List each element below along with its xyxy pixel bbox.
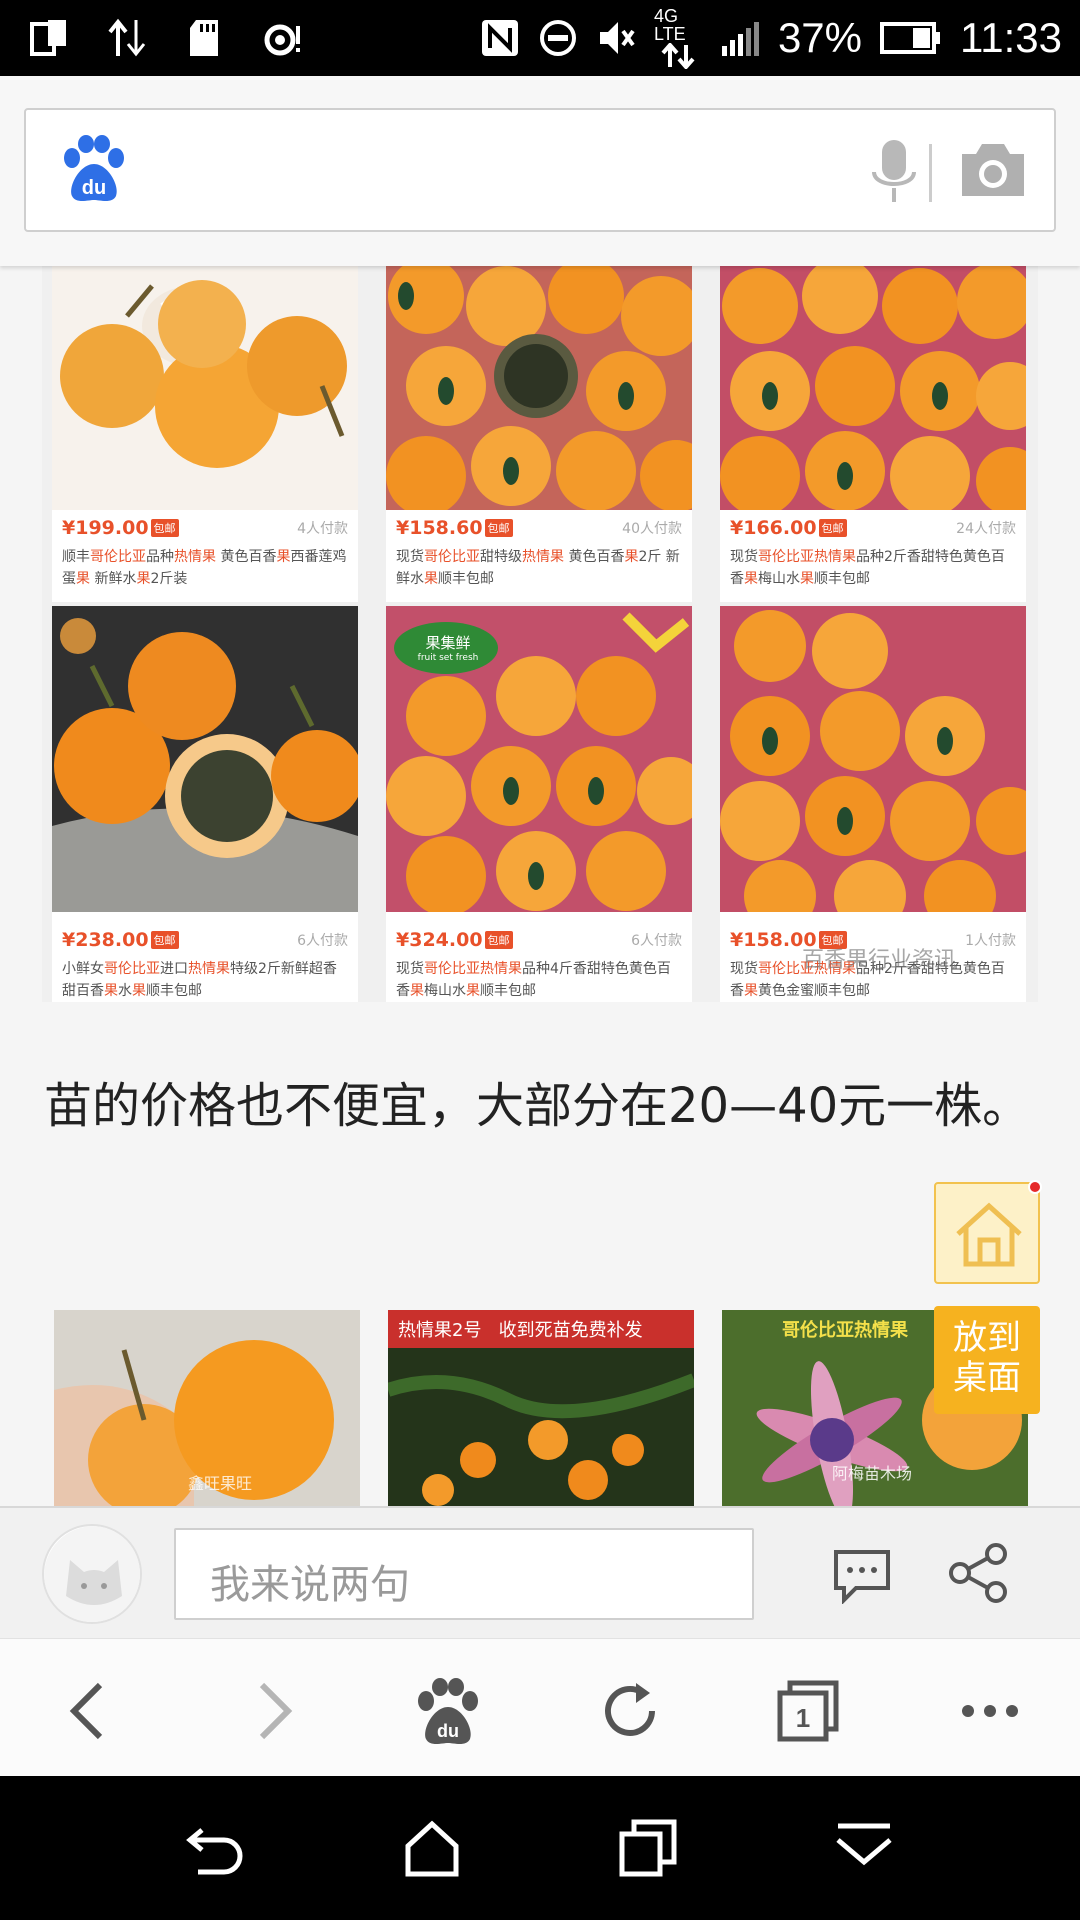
camera-icon[interactable] (958, 138, 1028, 200)
signal-icon (721, 22, 759, 56)
product-tag: 果集鲜 fruit set fresh (417, 634, 479, 663)
strip-image: 鑫旺果旺 (54, 1310, 360, 1506)
svg-text:du: du (82, 177, 106, 199)
comment-icon[interactable] (832, 1548, 892, 1604)
back-icon[interactable] (54, 1675, 126, 1747)
tabs-count: 1 (796, 1703, 810, 1733)
sd-card-icon (190, 20, 218, 56)
strip-caption: 阿梅苗木场 (832, 1464, 913, 1483)
strip-banner: 哥伦比亚热情果 (782, 1320, 908, 1341)
product-strip-image: 鑫旺果旺 热情果2号 收到死苗免费补发 哥伦比亚热情果 阿梅苗木场 (44, 1310, 1034, 1506)
strip-caption: 鑫旺果旺 (188, 1474, 253, 1493)
product-image (52, 266, 358, 510)
comment-input[interactable]: 我来说两句 (174, 1528, 754, 1620)
product-image: 果集鲜 fruit set fresh (386, 606, 692, 912)
mute-icon (599, 22, 635, 54)
network-type-label: 4G LTE (653, 6, 686, 44)
product-image (720, 266, 1026, 510)
free-shipping-badge: 包邮 (150, 931, 179, 949)
home-icon (956, 1202, 1022, 1267)
add-to-desktop-label: 放到 (953, 1318, 1021, 1358)
search-divider (929, 144, 932, 202)
product-description: 小鲜女哥伦比亚进口热情果特级2斤新鲜超香甜百香果水果顺丰包邮 (62, 961, 337, 999)
product-description: 顺丰哥伦比亚品种热情果 黄色百香果西番莲鸡蛋果 新鲜水果2斤装 (62, 549, 347, 587)
product-image (52, 606, 358, 912)
strip-banner: 热情果2号 收到死苗免费补发 (398, 1320, 643, 1341)
svg-text:du: du (437, 1721, 459, 1741)
add-to-desktop-label: 桌面 (953, 1358, 1021, 1398)
free-shipping-badge: 包邮 (150, 519, 179, 537)
microphone-icon[interactable] (864, 136, 924, 206)
product-image (386, 266, 692, 510)
data-transfer-icon (108, 18, 146, 57)
product-price: ¥158.60 (396, 517, 483, 539)
refresh-icon[interactable] (594, 1675, 666, 1747)
floating-home-button[interactable] (934, 1180, 1042, 1284)
strip-image: 热情果2号 收到死苗免费补发 (388, 1310, 694, 1506)
product-card[interactable]: ¥166.00 包邮 24人付款 现货哥伦比亚热情果品种2斤香甜特色黄色百香果梅山水… (720, 266, 1026, 602)
battery-icon (880, 22, 940, 54)
system-home-icon[interactable] (400, 1816, 464, 1880)
system-recents-icon[interactable] (616, 1816, 680, 1880)
share-icon[interactable] (948, 1542, 1010, 1604)
product-card[interactable]: ¥158.60 包邮 40人付款 现货哥伦比亚甜特级热情果 黄色百香果2斤 新鲜水果… (386, 266, 692, 602)
free-shipping-badge: 包邮 (484, 519, 513, 537)
status-bar: 4G LTE 37% 11:33 (0, 0, 1080, 76)
product-description: 现货哥伦比亚热情果品种2斤香甜特色黄色百香果梅山水果顺丰包邮 (730, 549, 1005, 587)
battery-percent: 37% (777, 14, 862, 61)
product-card[interactable]: 果集鲜 fruit set fresh ¥324.00 包邮 6人付款 现货哥伦比亚… (386, 606, 692, 1002)
search-box[interactable]: du (24, 108, 1056, 232)
system-back-icon[interactable] (184, 1816, 248, 1880)
system-nav-bar (0, 1776, 1080, 1920)
product-price: ¥199.00 (62, 517, 149, 539)
product-card[interactable]: ¥199.00 包邮 4人付款 顺丰哥伦比亚品种热情果 黄色百香果西番莲鸡蛋果 新鲜… (52, 266, 358, 602)
baidu-logo-icon: du (64, 135, 124, 201)
product-price: ¥324.00 (396, 929, 483, 951)
sales-count: 24人付款 (956, 521, 1016, 537)
sales-count: 40人付款 (622, 521, 682, 537)
browser-toolbar: du 1 (0, 1638, 1080, 1776)
clock: 11:33 (960, 14, 1062, 61)
sales-count: 4人付款 (297, 521, 348, 537)
add-to-desktop-button[interactable]: 放到 桌面 (934, 1306, 1040, 1414)
forward-icon[interactable] (236, 1675, 308, 1747)
do-not-disturb-icon (539, 20, 576, 56)
more-icon[interactable] (954, 1675, 1026, 1747)
product-image (720, 606, 1026, 912)
product-price: ¥166.00 (730, 517, 817, 539)
article-content: ¥199.00 包邮 4人付款 顺丰哥伦比亚品种热情果 黄色百香果西番莲鸡蛋果 新鲜… (0, 266, 1080, 1506)
product-description: 现货哥伦比亚甜特级热情果 黄色百香果2斤 新鲜水果顺丰包邮 (396, 549, 680, 587)
product-grid-image: ¥199.00 包邮 4人付款 顺丰哥伦比亚品种热情果 黄色百香果西番莲鸡蛋果 新鲜… (42, 266, 1038, 1002)
image-watermark: 百香果行业资讯 (802, 948, 957, 973)
sales-count: 1人付款 (965, 933, 1016, 949)
data-arrows-icon (661, 43, 695, 69)
notification-dot (1028, 1180, 1042, 1194)
sales-count: 6人付款 (297, 933, 348, 949)
tabs-icon[interactable]: 1 (772, 1675, 844, 1747)
article-paragraph: 苗的价格也不便宜，大部分在20—40元一株。 (44, 1078, 1031, 1134)
nfc-icon (481, 20, 518, 56)
search-input[interactable] (146, 140, 746, 200)
avatar[interactable] (42, 1524, 142, 1624)
baidu-home-icon[interactable]: du (412, 1675, 484, 1747)
comment-bar: 我来说两句 (0, 1506, 1080, 1638)
product-card[interactable]: ¥238.00 包邮 6人付款 小鲜女哥伦比亚进口热情果特级2斤新鲜超香甜百香果水果… (52, 606, 358, 1002)
free-shipping-badge: 包邮 (484, 931, 513, 949)
sales-count: 6人付款 (631, 933, 682, 949)
free-shipping-badge: 包邮 (818, 519, 847, 537)
product-description: 现货哥伦比亚热情果品种4斤香甜特色黄色百香果梅山水果顺丰包邮 (396, 961, 671, 999)
search-header: du (0, 76, 1080, 266)
sync-alert-icon (264, 24, 300, 56)
product-price: ¥238.00 (62, 929, 149, 951)
screen-mirror-icon (30, 20, 66, 56)
notification-pulldown-icon[interactable] (832, 1816, 896, 1880)
